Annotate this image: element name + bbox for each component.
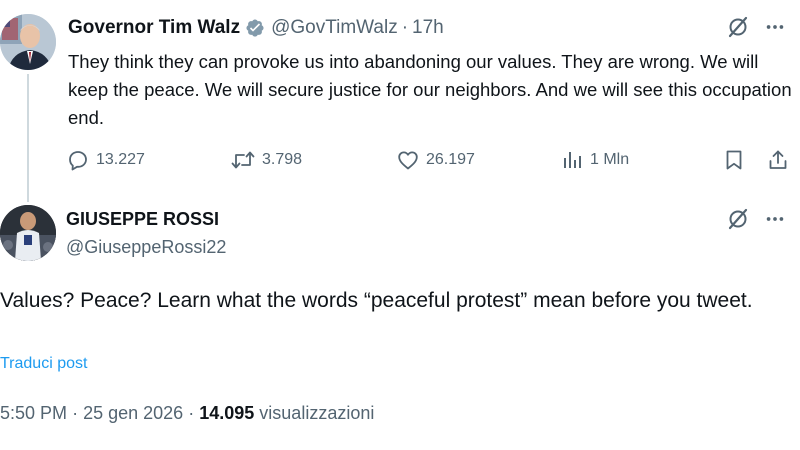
like-count: 26.197 — [426, 151, 475, 168]
tweet2-time[interactable]: 5:50 PM — [0, 403, 67, 423]
reply-button[interactable]: 13.227 — [66, 144, 145, 176]
page: Governor Tim Walz @GovTimWalz · 17h They — [0, 0, 800, 450]
tweet2-author-name[interactable]: GIUSEPPE ROSSI — [66, 209, 219, 230]
tweet2-views-count[interactable]: 14.095 — [199, 403, 254, 423]
tweet1-action-bar: 13.227 3.798 26.197 1 Mln — [66, 144, 796, 176]
share-icon — [769, 150, 787, 169]
bookmark-button[interactable] — [722, 144, 746, 176]
grok-icon[interactable] — [726, 15, 750, 44]
tweet1-header: Governor Tim Walz @GovTimWalz · 17h — [68, 14, 444, 42]
avatar-portrait-icon — [0, 14, 56, 70]
more-icon[interactable] — [764, 16, 786, 43]
tweet1-top-icons — [726, 14, 786, 44]
meta-separator: · — [188, 403, 195, 423]
tweet1-separator: · — [401, 17, 409, 38]
grok-icon[interactable] — [726, 207, 750, 236]
tweet2-date[interactable]: 25 gen 2026 — [83, 403, 183, 423]
verified-badge-icon[interactable] — [245, 18, 265, 38]
translate-post-link[interactable]: Traduci post — [0, 355, 87, 373]
views-button[interactable]: 1 Mln — [560, 144, 629, 176]
like-icon — [398, 151, 418, 170]
reply-icon — [69, 151, 87, 171]
tweet2-top-icons — [726, 206, 786, 236]
avatar-photo-icon — [0, 205, 56, 261]
avatar-giuseppe-rossi[interactable] — [0, 205, 56, 261]
tweet1-handle[interactable]: @GovTimWalz — [271, 17, 398, 39]
tweet1-author-name[interactable]: Governor Tim Walz — [68, 17, 240, 39]
thread-connector-line — [27, 74, 29, 202]
tweet2-text: Values? Peace? Learn what the words “pea… — [0, 289, 753, 312]
views-count: 1 Mln — [590, 151, 630, 168]
tweet2-views-label: visualizzazioni — [259, 403, 375, 423]
tweet1-text: They think they can provoke us into aban… — [68, 51, 792, 128]
reply-count: 13.227 — [96, 151, 145, 168]
repost-count: 3.798 — [262, 151, 303, 168]
views-icon — [564, 152, 581, 168]
tweet2-metadata: 5:50 PM · 25 gen 2026 · 14.095 visualizz… — [0, 403, 374, 424]
avatar-gov-tim-walz[interactable] — [0, 14, 56, 70]
tweet2-handle[interactable]: @GiuseppeRossi22 — [66, 237, 226, 258]
tweet1-time[interactable]: 17h — [412, 17, 444, 39]
repost-button[interactable]: 3.798 — [230, 144, 302, 176]
share-button[interactable] — [766, 144, 790, 176]
more-icon[interactable] — [764, 208, 786, 235]
like-button[interactable]: 26.197 — [396, 144, 475, 176]
bookmark-icon — [726, 150, 742, 170]
repost-icon — [231, 151, 255, 169]
meta-separator: · — [72, 403, 79, 423]
